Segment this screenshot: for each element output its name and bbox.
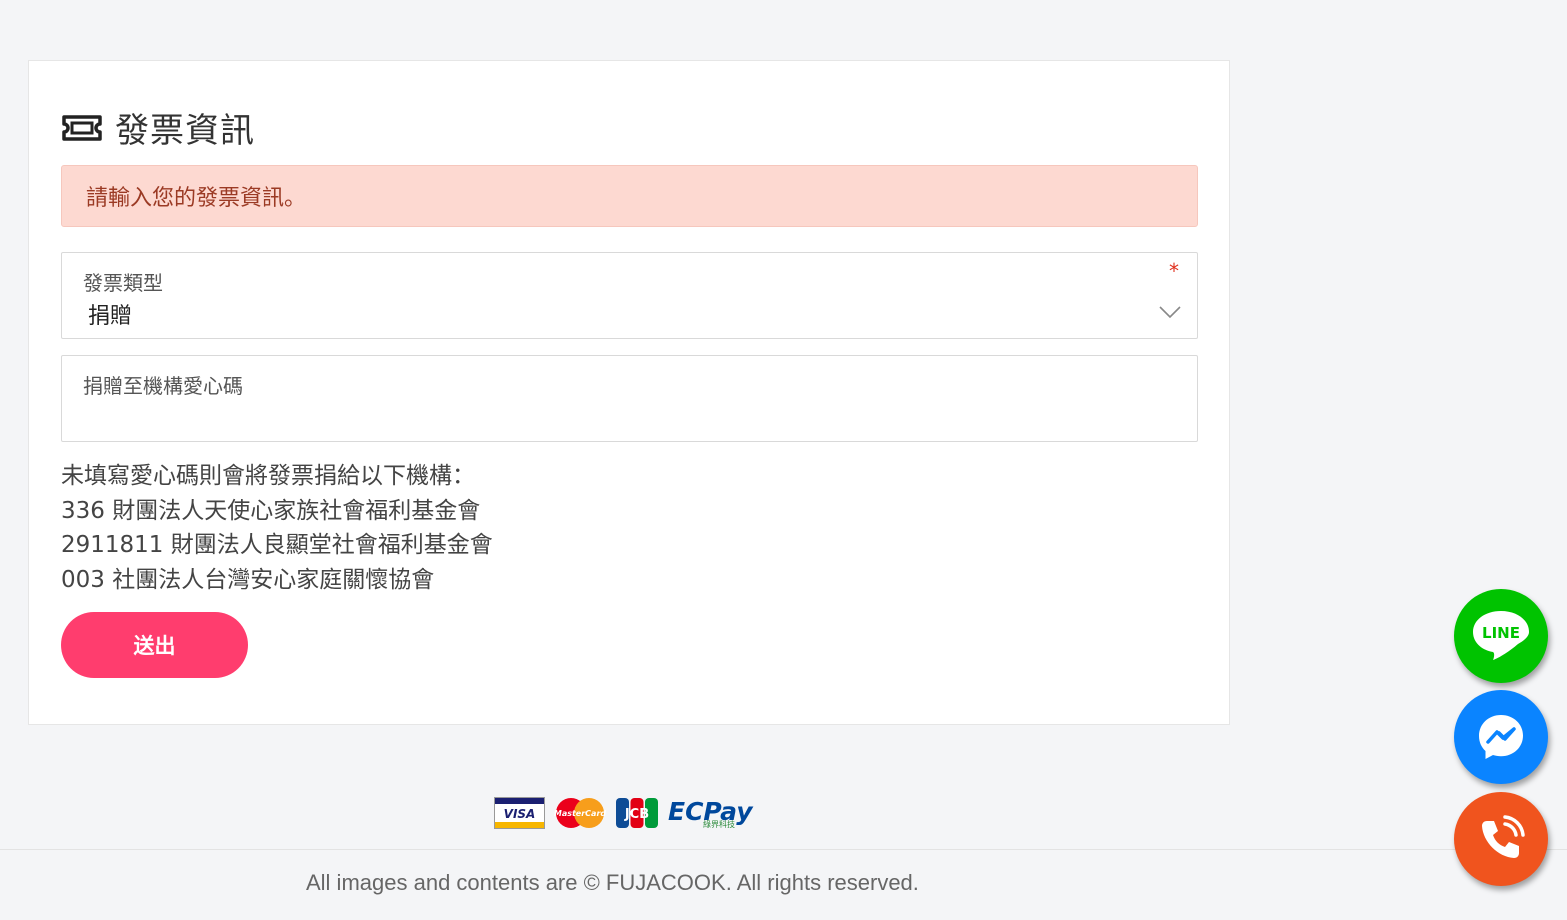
- invoice-card: 發票資訊 請輸入您的發票資訊。 發票類型 * 捐贈 捐贈至機構愛心碼 未填寫愛心…: [28, 60, 1230, 725]
- phone-icon: [1482, 815, 1525, 858]
- donation-code-field: 捐贈至機構愛心碼: [61, 355, 1198, 442]
- invoice-type-select[interactable]: 發票類型 * 捐贈: [61, 252, 1198, 339]
- donation-info: 未填寫愛心碼則會將發票捐給以下機構： 336 財團法人天使心家族社會福利基金會 …: [61, 459, 493, 597]
- info-line: 未填寫愛心碼則會將發票捐給以下機構：: [61, 463, 475, 489]
- invoice-type-value: 捐贈: [88, 304, 133, 329]
- info-line: 336 財團法人天使心家族社會福利基金會: [61, 497, 481, 524]
- visa-logo: VISA: [494, 797, 545, 829]
- required-mark: *: [1169, 259, 1179, 283]
- ticket-icon: [62, 114, 102, 141]
- copyright-text: All images and contents are © FUJACOOK. …: [306, 870, 919, 895]
- info-line: 003 社團法人台灣安心家庭關懷協會: [61, 566, 435, 593]
- payment-logos: VISA MasterCard JCB ECPay 綠界科技: [494, 796, 771, 830]
- jcb-logo: JCB: [616, 798, 658, 828]
- line-icon: LINE: [1473, 611, 1529, 660]
- line-label: LINE: [1482, 624, 1520, 642]
- card-header: 發票資訊: [61, 103, 255, 152]
- donation-code-label: 捐贈至機構愛心碼: [83, 374, 243, 398]
- chevron-down-icon: [1159, 306, 1181, 319]
- messenger-icon: [1479, 715, 1523, 759]
- ecpay-logo: ECPay 綠界科技: [668, 797, 754, 829]
- visa-text: VISA: [504, 807, 536, 821]
- ecpay-subtext: 綠界科技: [703, 819, 735, 829]
- submit-button[interactable]: 送出: [61, 612, 248, 678]
- messenger-chat-button[interactable]: [1454, 690, 1548, 784]
- jcb-text: JCB: [624, 807, 649, 822]
- line-chat-button[interactable]: LINE: [1454, 589, 1548, 683]
- alert-text: 請輸入您的發票資訊。: [86, 186, 307, 211]
- mastercard-logo: MasterCard: [554, 798, 607, 828]
- phone-call-button[interactable]: [1454, 792, 1548, 886]
- donation-code-input[interactable]: [83, 402, 1173, 432]
- page-title: 發票資訊: [115, 111, 255, 151]
- invoice-type-label: 發票類型: [83, 271, 163, 295]
- alert-message: 請輸入您的發票資訊。: [61, 165, 1198, 227]
- info-line: 2911811 財團法人良顯堂社會福利基金會: [61, 532, 493, 558]
- mastercard-text: MasterCard: [554, 809, 607, 818]
- footer-divider: [0, 849, 1567, 850]
